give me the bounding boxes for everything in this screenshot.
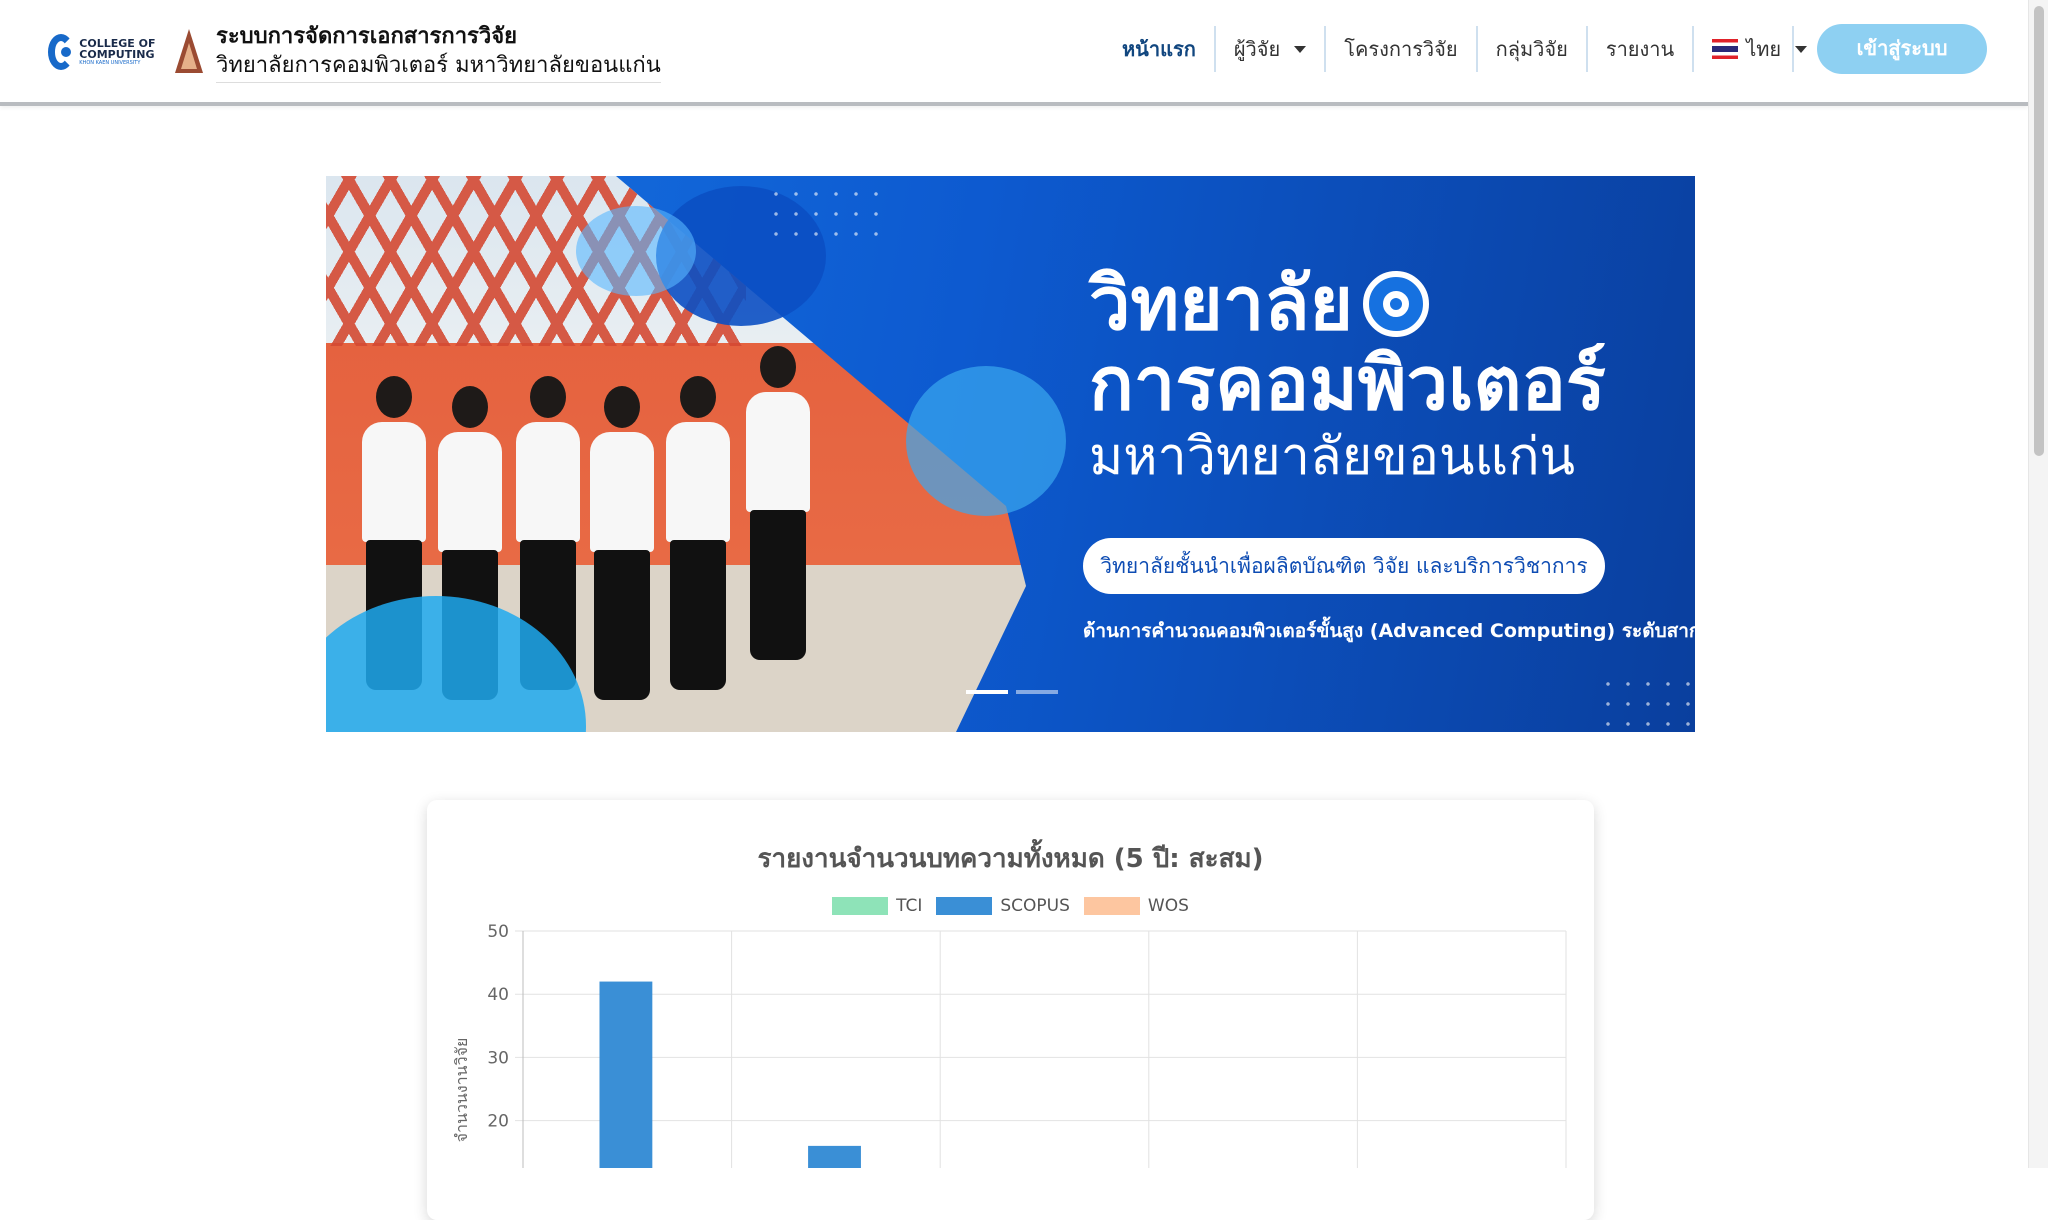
- y-tick-label: 40: [487, 985, 509, 1005]
- nav-researchers-label: ผู้วิจัย: [1233, 37, 1281, 61]
- carousel-indicator-1[interactable]: [966, 690, 1008, 694]
- student-figure: [590, 386, 654, 722]
- kku-seal-icon: [174, 29, 204, 75]
- student-figure: [666, 376, 730, 722]
- top-navbar: COLLEGE OF COMPUTING KHON KAEN UNIVERSIT…: [0, 0, 2028, 106]
- bar-scopus: [808, 1145, 861, 1168]
- cc-logo-name: COLLEGE OF COMPUTING: [79, 37, 156, 61]
- banner-tagline: ด้านการคำนวณคอมพิวเตอร์ขั้นสูง (Advanced…: [1083, 620, 1695, 642]
- login-button[interactable]: เข้าสู่ระบบ: [1817, 24, 1987, 74]
- banner-heading-line2: การคอมพิวเตอร์: [1089, 341, 1606, 427]
- student-figure: [746, 346, 810, 722]
- cc-logo-text: COLLEGE OF COMPUTING KHON KAEN UNIVERSIT…: [79, 38, 166, 66]
- bar-chart: 50 40 30 20 จำนวนงานวิจัย: [452, 922, 1567, 1168]
- articles-chart-card: รายงานจำนวนบทความทั้งหมด (5 ปี: สะสม) TC…: [427, 800, 1594, 1220]
- language-dropdown[interactable]: ไทย: [1692, 26, 1825, 72]
- brand[interactable]: COLLEGE OF COMPUTING KHON KAEN UNIVERSIT…: [48, 22, 661, 83]
- y-axis-label: จำนวนงานวิจัย: [452, 1038, 471, 1143]
- nav-groups[interactable]: กลุ่มวิจัย: [1475, 26, 1586, 72]
- college-of-computing-logo: COLLEGE OF COMPUTING KHON KAEN UNIVERSIT…: [48, 32, 166, 72]
- caret-down-icon: [1795, 45, 1808, 53]
- thai-flag-icon: [1712, 39, 1739, 59]
- y-tick-label: 50: [487, 922, 509, 942]
- nav-divider: [1792, 26, 1794, 72]
- carousel-indicator-2[interactable]: [1016, 690, 1058, 694]
- nav-reports[interactable]: รายงาน: [1585, 26, 1692, 72]
- decor-dots: [766, 184, 886, 244]
- y-tick-label: 20: [487, 1112, 509, 1132]
- c-mark-icon: [48, 34, 75, 70]
- main-nav: หน้าแรก ผู้วิจัย โครงการวิจัย กลุ่มวิจัย…: [1104, 26, 1825, 72]
- y-tick-label: 30: [487, 1048, 509, 1068]
- language-label: ไทย: [1746, 37, 1782, 61]
- carousel-indicators: [966, 690, 1066, 694]
- brand-text: ระบบการจัดการเอกสารการวิจัย วิทยาลัยการค…: [216, 22, 661, 83]
- college-logo-icon: [1362, 271, 1429, 337]
- banner-heading-line3: มหาวิทยาลัยขอนแก่น: [1089, 427, 1576, 487]
- nav-projects[interactable]: โครงการวิจัย: [1324, 26, 1475, 72]
- caret-down-icon: [1294, 45, 1307, 53]
- bar-scopus: [599, 981, 653, 1168]
- decor-circle: [576, 206, 696, 296]
- banner-heading-line1: วิทยาลัย: [1089, 262, 1429, 346]
- page-scrollbar[interactable]: [2028, 0, 2048, 1168]
- decor-dots: [1598, 674, 1695, 732]
- scrollbar-thumb[interactable]: [2034, 6, 2044, 456]
- banner-line1-text: วิทยาลัย: [1089, 261, 1353, 347]
- decor-circle: [906, 366, 1066, 516]
- banner-tagline-pill: วิทยาลัยชั้นนำเพื่อผลิตบัณฑิต วิจัย และบ…: [1083, 538, 1605, 594]
- nav-researchers-dropdown[interactable]: ผู้วิจัย: [1213, 26, 1324, 72]
- site-title: ระบบการจัดการเอกสารการวิจัย: [216, 23, 517, 49]
- nav-home[interactable]: หน้าแรก: [1104, 26, 1214, 72]
- hero-carousel: วิทยาลัย การคอมพิวเตอร์ มหาวิทยาลัยขอนแก…: [326, 176, 1695, 732]
- site-subtitle: วิทยาลัยการคอมพิวเตอร์ มหาวิทยาลัยขอนแก่…: [216, 52, 661, 78]
